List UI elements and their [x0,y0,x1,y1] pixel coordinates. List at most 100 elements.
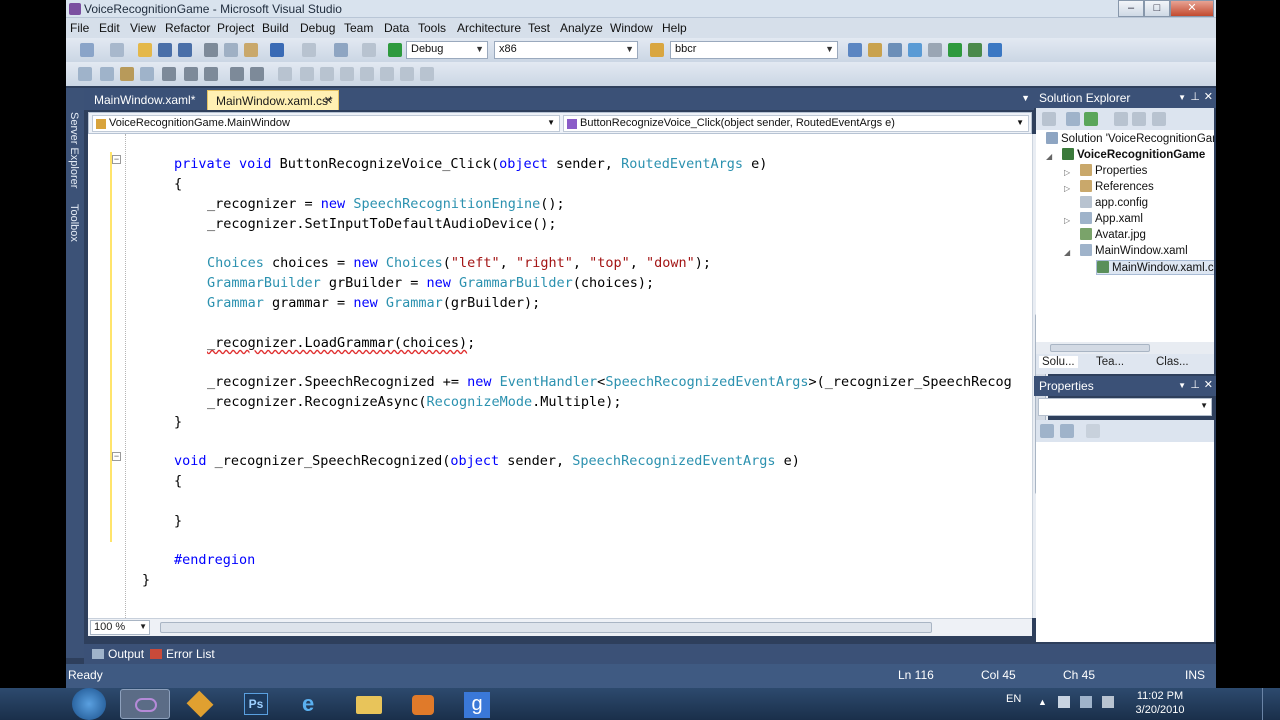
toolbox-icon[interactable] [908,43,922,57]
taskbar-visual-studio[interactable] [120,689,170,719]
command-window-icon[interactable] [988,43,1002,57]
display-parameter-info-icon[interactable] [100,67,114,81]
expand-triangle-icon[interactable]: ▷ [1064,184,1070,193]
display-object-member-list-icon[interactable] [78,67,92,81]
tree-item-solution[interactable]: Solution 'VoiceRecognitionGame' [1046,132,1214,145]
error-squiggle-token[interactable]: _recognizer.LoadGrammar(choices) [207,335,467,351]
maximize-button[interactable]: □ [1144,0,1170,17]
taskbar-media-player[interactable] [398,689,448,719]
collapse-triangle-icon[interactable]: ◢ [1046,152,1052,161]
find-combo[interactable]: bbcr ▼ [670,41,838,59]
view-designer-icon[interactable] [1132,112,1146,126]
action-center-icon[interactable] [1058,696,1070,708]
close-tab-icon[interactable]: ✕ [324,94,333,107]
volume-icon[interactable] [1102,696,1114,708]
language-indicator[interactable]: EN [1006,693,1021,705]
menu-view[interactable]: View [130,21,156,35]
refresh-icon[interactable] [1084,112,1098,126]
close-panel-icon[interactable]: ✕ [1204,90,1213,103]
add-item-icon[interactable] [110,43,124,57]
categorized-icon[interactable] [1040,424,1054,438]
expand-triangle-icon[interactable]: ▷ [1064,168,1070,177]
server-explorer-tab[interactable]: Server Explorer [68,112,80,188]
menu-debug[interactable]: Debug [300,21,335,35]
collapse-outline-icon[interactable]: − [112,155,121,164]
copy-icon[interactable] [224,43,238,57]
properties-object-select[interactable]: ▼ [1038,398,1212,416]
menu-test[interactable]: Test [528,21,550,35]
window-position-icon[interactable]: ▼ [1178,381,1186,390]
tab-mainwindow-xaml-cs[interactable]: MainWindow.xaml.cs* ✕ [207,90,339,110]
previous-bookmark-icon[interactable] [300,67,314,81]
property-pages-icon[interactable] [1086,424,1100,438]
previous-bookmark-document-icon[interactable] [380,67,394,81]
tree-item-mainwindow-xaml-cs[interactable]: MainWindow.xaml.cs [1096,260,1214,275]
find-in-files-icon[interactable] [650,43,664,57]
view-class-diagram-icon[interactable] [1152,112,1166,126]
solution-platform-select[interactable]: x86 ▼ [494,41,638,59]
show-desktop-button[interactable] [1262,688,1280,720]
menu-team[interactable]: Team [344,21,373,35]
zoom-select[interactable]: 100 % ▼ [90,620,150,635]
properties-window-icon[interactable] [868,43,882,57]
code-text[interactable]: private void ButtonRecognizeVoice_Click(… [126,134,1016,618]
object-browser-icon[interactable] [888,43,902,57]
tree-item-references[interactable]: References [1080,180,1154,193]
menu-edit[interactable]: Edit [99,21,120,35]
solution-explorer-icon[interactable] [848,43,862,57]
paste-icon[interactable] [244,43,258,57]
uncomment-lines-icon[interactable] [204,67,218,81]
redo-icon[interactable] [302,43,316,57]
member-dropdown[interactable]: ButtonRecognizeVoice_Click(object sender… [563,115,1029,132]
menu-analyze[interactable]: Analyze [560,21,603,35]
menu-help[interactable]: Help [662,21,687,35]
show-all-files-icon[interactable] [1066,112,1080,126]
next-bookmark-icon[interactable] [320,67,334,81]
tab-error-list[interactable]: Error List [150,647,215,661]
taskbar-explorer[interactable] [344,689,394,719]
next-bookmark-folder-icon[interactable] [360,67,374,81]
undo-icon[interactable] [270,43,284,57]
collapse-triangle-icon[interactable]: ◢ [1064,248,1070,257]
tree-item-app-xaml[interactable]: App.xaml [1080,212,1143,225]
collapse-outline-icon[interactable]: − [112,452,121,461]
expand-triangle-icon[interactable]: ▷ [1064,216,1070,225]
menu-data[interactable]: Data [384,21,409,35]
horizontal-scroll-thumb[interactable] [160,622,932,633]
auto-hide-pin-icon[interactable]: ⊥ [1190,90,1200,103]
comment-lines-icon[interactable] [184,67,198,81]
cut-icon[interactable] [204,43,218,57]
navigate-backward-icon[interactable] [334,43,348,57]
tree-item-mainwindow-xaml[interactable]: MainWindow.xaml [1080,244,1188,257]
tab-mainwindow-xaml[interactable]: MainWindow.xaml* [86,90,203,110]
decrease-indent-icon[interactable] [162,67,176,81]
menu-architecture[interactable]: Architecture [457,21,521,35]
tab-team-explorer[interactable]: Tea... [1096,356,1124,368]
tab-solution-explorer[interactable]: Solu... [1039,356,1078,368]
show-hidden-icons-icon[interactable]: ▲ [1038,697,1047,707]
minimize-button[interactable]: – [1118,0,1144,17]
quick-info-icon[interactable] [120,67,134,81]
window-position-icon[interactable]: ▼ [1178,93,1186,102]
menu-build[interactable]: Build [262,21,289,35]
tab-class-view[interactable]: Clas... [1156,356,1189,368]
system-clock[interactable]: 11:02 PM 3/20/2010 [1130,689,1190,717]
auto-hide-pin-icon[interactable]: ⊥ [1190,378,1200,391]
toggle-bookmark-icon[interactable] [278,67,292,81]
taskbar-photoshop[interactable]: Ps [232,689,282,719]
start-debugging-icon[interactable] [388,43,402,57]
clear-bookmarks-icon[interactable] [420,67,434,81]
tab-dropdown-icon[interactable]: ▼ [1021,93,1030,103]
solution-scroll-thumb[interactable] [1050,344,1150,352]
previous-bookmark-folder-icon[interactable] [340,67,354,81]
menu-project[interactable]: Project [217,21,254,35]
type-dropdown[interactable]: VoiceRecognitionGame.MainWindow ▼ [92,115,560,132]
network-icon[interactable] [1080,696,1092,708]
close-panel-icon[interactable]: ✕ [1204,378,1213,391]
save-icon[interactable] [158,43,172,57]
indicator-margin[interactable] [88,134,112,618]
toolbox-tab[interactable]: Toolbox [68,204,80,242]
code-editor[interactable]: − − private void ButtonRecognizeVoice_Cl… [88,134,1032,618]
tab-output[interactable]: Output [92,647,144,661]
taskbar-internet-explorer[interactable]: e [288,689,338,719]
